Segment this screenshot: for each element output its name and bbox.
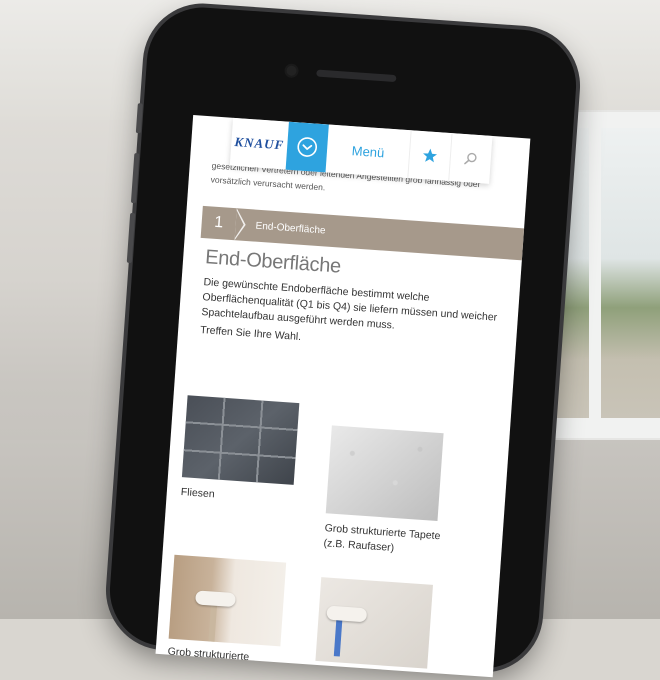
search-icon <box>464 152 477 165</box>
option-label: Grob strukturierte <box>167 645 250 664</box>
option-label: Fliesen <box>180 486 216 501</box>
mute-switch <box>135 103 143 134</box>
earpiece-speaker <box>316 69 397 83</box>
option-fliesen[interactable]: Fliesen <box>180 395 300 508</box>
option-glatt[interactable]: Glatte <box>314 577 433 677</box>
option-label: Grob strukturierte Tapete (z.B. Raufaser… <box>323 522 441 555</box>
star-icon <box>423 148 438 163</box>
step-title: End-Oberfläche <box>255 220 326 237</box>
knauf-logo[interactable]: KNAUF <box>230 118 289 170</box>
texture-image <box>325 425 444 522</box>
roller-handle <box>208 601 218 642</box>
front-camera <box>286 65 297 77</box>
logo-text: KNAUF <box>234 133 285 153</box>
page-content: gesetzlichen Vertretern oder leitenden A… <box>167 158 531 677</box>
step-number: 1 <box>213 213 224 232</box>
menu-label: Menü <box>351 142 385 160</box>
option-label: Glatte <box>314 667 343 678</box>
roller-head <box>195 590 236 608</box>
menu-button[interactable]: Menü <box>326 124 411 178</box>
painting-roller-image <box>315 577 433 669</box>
smartphone: KNAUF Menü gesetzlichen Vertretern oder … <box>106 3 580 678</box>
tiles-image <box>181 395 300 485</box>
painting-roller-image <box>168 554 287 647</box>
home-button[interactable] <box>285 121 329 173</box>
option-grob-strukturiert[interactable]: Grob strukturierte <box>167 554 287 668</box>
search-button[interactable] <box>448 133 493 184</box>
chevron-down-circle-icon <box>297 137 318 157</box>
option-raufaser[interactable]: Grob strukturierte Tapete (z.B. Raufaser… <box>323 425 451 559</box>
roller-handle <box>333 616 343 657</box>
window-pane <box>601 128 660 418</box>
favorites-button[interactable] <box>407 130 452 181</box>
roller-head <box>326 605 368 623</box>
surface-options: Fliesen Grob strukturierte Tapete (z.B. … <box>167 395 495 677</box>
phone-screen: KNAUF Menü gesetzlichen Vertretern oder … <box>155 115 531 678</box>
step-chevron-icon <box>235 208 251 241</box>
